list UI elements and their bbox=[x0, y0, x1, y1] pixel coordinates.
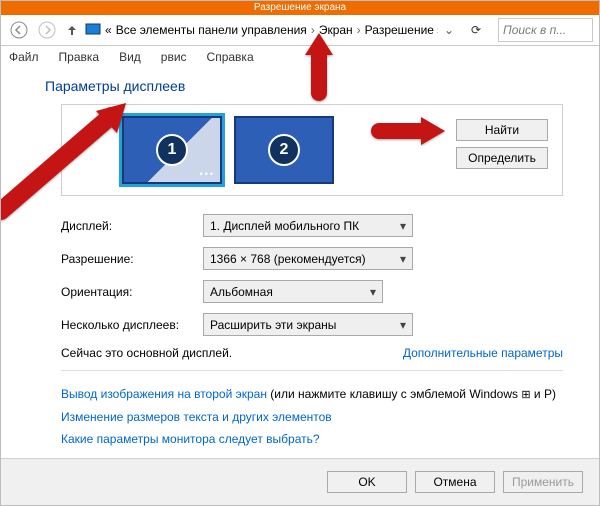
chevron-right-icon[interactable]: › bbox=[311, 23, 315, 37]
multi-display-label: Несколько дисплеев: bbox=[61, 318, 203, 332]
advanced-settings-link[interactable]: Дополнительные параметры bbox=[403, 346, 563, 360]
menu-file[interactable]: Файл bbox=[9, 50, 39, 64]
divider bbox=[61, 370, 563, 371]
display-label: Дисплей: bbox=[61, 219, 203, 233]
select-value: Альбомная bbox=[210, 285, 273, 299]
cancel-button[interactable]: Отмена bbox=[415, 471, 495, 493]
ok-button[interactable]: OK bbox=[327, 471, 407, 493]
identify-button[interactable]: Определить bbox=[456, 147, 548, 169]
find-button[interactable]: Найти bbox=[456, 119, 548, 141]
breadcrumb-root[interactable]: « bbox=[105, 23, 112, 37]
breadcrumb-dropdown[interactable]: ⌄ bbox=[442, 23, 456, 37]
select-value: Расширить эти экраны bbox=[210, 318, 336, 332]
monitor-2[interactable]: 2 bbox=[234, 116, 334, 184]
chevron-right-icon[interactable]: › bbox=[357, 23, 361, 37]
tip-text: (или нажмите клавишу с эмблемой Windows bbox=[267, 387, 521, 401]
monitor-dots-icon: ••• bbox=[200, 169, 215, 179]
nav-forward-icon[interactable] bbox=[35, 18, 59, 42]
menu-view[interactable]: Вид bbox=[119, 50, 141, 64]
resolution-label: Разрешение: bbox=[61, 252, 203, 266]
breadcrumb-icon[interactable] bbox=[85, 23, 101, 37]
search-input[interactable]: Поиск в п... bbox=[498, 18, 593, 42]
search-placeholder: Поиск в п... bbox=[503, 23, 566, 37]
display-preview: 1 ••• 2 Найти Определить bbox=[61, 104, 563, 196]
refresh-icon[interactable]: ⟳ bbox=[466, 23, 486, 37]
orientation-select[interactable]: Альбомная bbox=[203, 280, 383, 303]
multi-display-select[interactable]: Расширить эти экраны bbox=[203, 313, 413, 336]
select-value: 1. Дисплей мобильного ПК bbox=[210, 219, 359, 233]
footer: OK Отмена Применить bbox=[1, 458, 599, 505]
tip-text: и P) bbox=[531, 387, 556, 401]
breadcrumb-item[interactable]: Разрешение экрана bbox=[365, 23, 438, 37]
monitor-1[interactable]: 1 ••• bbox=[122, 116, 222, 184]
nav-bar: « Все элементы панели управления › Экран… bbox=[1, 15, 599, 46]
display-select[interactable]: 1. Дисплей мобильного ПК bbox=[203, 214, 413, 237]
menu-help[interactable]: Справка bbox=[207, 50, 254, 64]
nav-up-icon[interactable] bbox=[63, 18, 81, 42]
breadcrumb-item[interactable]: Все элементы панели управления bbox=[116, 23, 307, 37]
apply-button[interactable]: Применить bbox=[503, 471, 583, 493]
windows-key-icon: ⊞ bbox=[521, 389, 530, 401]
project-link[interactable]: Вывод изображения на второй экран bbox=[61, 387, 267, 401]
menu-bar: Файл Правка Вид рвис Справка bbox=[1, 46, 599, 68]
nav-back-icon[interactable] bbox=[7, 18, 31, 42]
breadcrumb: Все элементы панели управления › Экран ›… bbox=[116, 23, 438, 37]
page-heading: Параметры дисплеев bbox=[45, 78, 599, 94]
text-size-link[interactable]: Изменение размеров текста и других элеме… bbox=[61, 410, 332, 424]
monitor-number: 1 bbox=[156, 134, 188, 166]
window-title: Разрешение экрана bbox=[1, 1, 599, 15]
primary-display-status: Сейчас это основной дисплей. bbox=[61, 346, 232, 360]
monitor-number: 2 bbox=[268, 134, 300, 166]
menu-edit[interactable]: Правка bbox=[59, 50, 100, 64]
which-settings-link[interactable]: Какие параметры монитора следует выбрать… bbox=[61, 432, 320, 446]
select-value: 1366 × 768 (рекомендуется) bbox=[210, 252, 366, 266]
orientation-label: Ориентация: bbox=[61, 285, 203, 299]
tips-section: Вывод изображения на второй экран (или н… bbox=[61, 383, 563, 450]
menu-service[interactable]: рвис bbox=[161, 50, 187, 64]
breadcrumb-item[interactable]: Экран bbox=[319, 23, 353, 37]
resolution-select[interactable]: 1366 × 768 (рекомендуется) bbox=[203, 247, 413, 270]
